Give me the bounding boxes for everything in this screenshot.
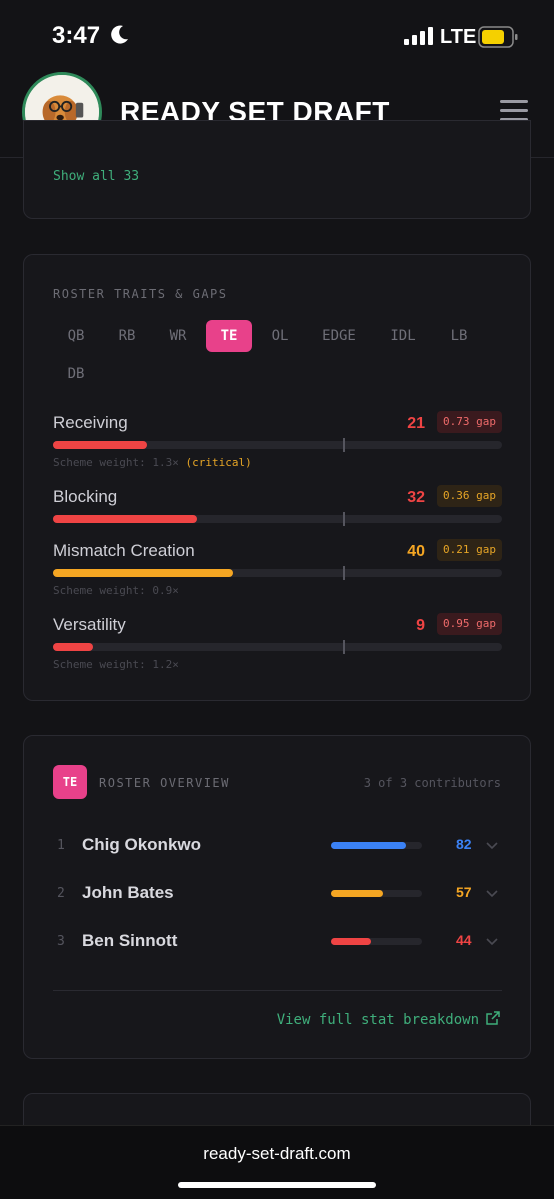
player-row[interactable]: 1 Chig Okonkwo 82 (53, 833, 502, 861)
trait-mismatch-creation: Mismatch Creation 40 0.21 gap Scheme wei… (53, 539, 502, 597)
gap-badge: 0.21 gap (437, 539, 502, 561)
trait-bar-fill (53, 569, 233, 577)
player-score-bar (331, 890, 422, 897)
player-rank: 1 (57, 838, 65, 853)
player-rank: 2 (57, 886, 65, 901)
tab-rb[interactable]: RB (104, 320, 150, 352)
hamburger-menu-icon[interactable] (500, 100, 528, 122)
trait-score: 40 (407, 543, 425, 560)
scheme-weight-text: Scheme weight: 1.3× (53, 456, 179, 469)
gap-badge: 0.36 gap (437, 485, 502, 507)
tab-edge[interactable]: EDGE (311, 320, 367, 352)
scheme-weight: Scheme weight: 0.9× (53, 584, 179, 597)
player-score: 44 (456, 932, 472, 948)
tab-qb[interactable]: QB (53, 320, 99, 352)
tab-ol[interactable]: OL (257, 320, 303, 352)
gap-badge: 0.95 gap (437, 613, 502, 635)
trait-bar-fill (53, 515, 197, 523)
player-name: John Bates (82, 883, 174, 902)
view-full-stat-breakdown-link[interactable]: View full stat breakdown (277, 1010, 501, 1028)
url-text[interactable]: ready-set-draft.com (0, 1144, 554, 1164)
tab-db[interactable]: DB (53, 358, 99, 390)
external-link-icon (486, 1011, 500, 1025)
trait-versatility: Versatility 9 0.95 gap Scheme weight: 1.… (53, 613, 502, 671)
tab-wr[interactable]: WR (155, 320, 201, 352)
status-time: 3:47 (52, 22, 101, 49)
battery-icon (478, 26, 518, 48)
scheme-weight: Scheme weight: 1.3× (critical) (53, 456, 252, 469)
target-marker (343, 566, 345, 580)
trait-score: 9 (416, 617, 425, 634)
moon-icon (111, 25, 128, 44)
player-score: 57 (456, 884, 472, 900)
player-name: Chig Okonkwo (82, 835, 201, 854)
signal-icon (404, 27, 433, 45)
tab-lb[interactable]: LB (436, 320, 482, 352)
roster-overview-card: TE ROSTER OVERVIEW 3 of 3 contributors 1… (23, 735, 531, 1059)
trait-bar-fill (53, 441, 148, 449)
trait-score: 32 (407, 489, 425, 506)
link-label: View full stat breakdown (276, 1012, 479, 1028)
trait-name: Mismatch Creation (53, 541, 195, 560)
trait-receiving: Receiving 21 0.73 gap Scheme weight: 1.3… (53, 411, 502, 469)
trait-name: Receiving (53, 413, 128, 432)
trait-bar-fill (53, 643, 94, 651)
position-badge: TE (53, 765, 87, 799)
target-marker (343, 640, 345, 654)
player-score: 82 (456, 836, 472, 852)
chevron-down-icon[interactable] (485, 838, 499, 852)
player-row[interactable]: 3 Ben Sinnott 44 (53, 929, 502, 957)
network-label: LTE (440, 26, 477, 48)
player-score-fill (331, 890, 383, 897)
tab-idl[interactable]: IDL (379, 320, 427, 352)
player-score-bar (331, 842, 422, 849)
player-rank: 3 (57, 934, 65, 949)
trait-bar (53, 512, 502, 526)
player-row[interactable]: 2 John Bates 57 (53, 881, 502, 909)
previous-card: Show all 33 (23, 120, 531, 219)
home-indicator[interactable] (178, 1182, 376, 1188)
critical-flag: (critical) (185, 456, 252, 469)
trait-bar (53, 566, 502, 580)
trait-blocking: Blocking 32 0.36 gap (53, 485, 502, 527)
trait-name: Blocking (53, 487, 118, 506)
trait-bar (53, 438, 502, 452)
chevron-down-icon[interactable] (485, 934, 499, 948)
section-label: ROSTER TRAITS & GAPS (53, 287, 228, 301)
player-score-fill (331, 938, 372, 945)
gap-badge: 0.73 gap (437, 411, 502, 433)
player-score-fill (331, 842, 406, 849)
tab-te[interactable]: TE (206, 320, 252, 352)
divider (53, 990, 502, 991)
trait-bar (53, 640, 502, 654)
roster-overview-label: ROSTER OVERVIEW (99, 776, 230, 790)
trait-name: Versatility (53, 615, 126, 634)
trait-score: 21 (407, 415, 425, 432)
contributors-count: 3 of 3 contributors (363, 776, 501, 790)
browser-address-bar: ready-set-draft.com (0, 1125, 554, 1199)
status-bar: 3:47 LTE (0, 0, 554, 70)
roster-traits-card: ROSTER TRAITS & GAPS QB RB WR TE OL EDGE… (23, 254, 531, 701)
player-name: Ben Sinnott (82, 931, 178, 950)
target-marker (343, 438, 345, 452)
target-marker (343, 512, 345, 526)
player-score-bar (331, 938, 422, 945)
chevron-down-icon[interactable] (485, 886, 499, 900)
show-all-link[interactable]: Show all 33 (53, 169, 139, 184)
scheme-weight: Scheme weight: 1.2× (53, 658, 179, 671)
